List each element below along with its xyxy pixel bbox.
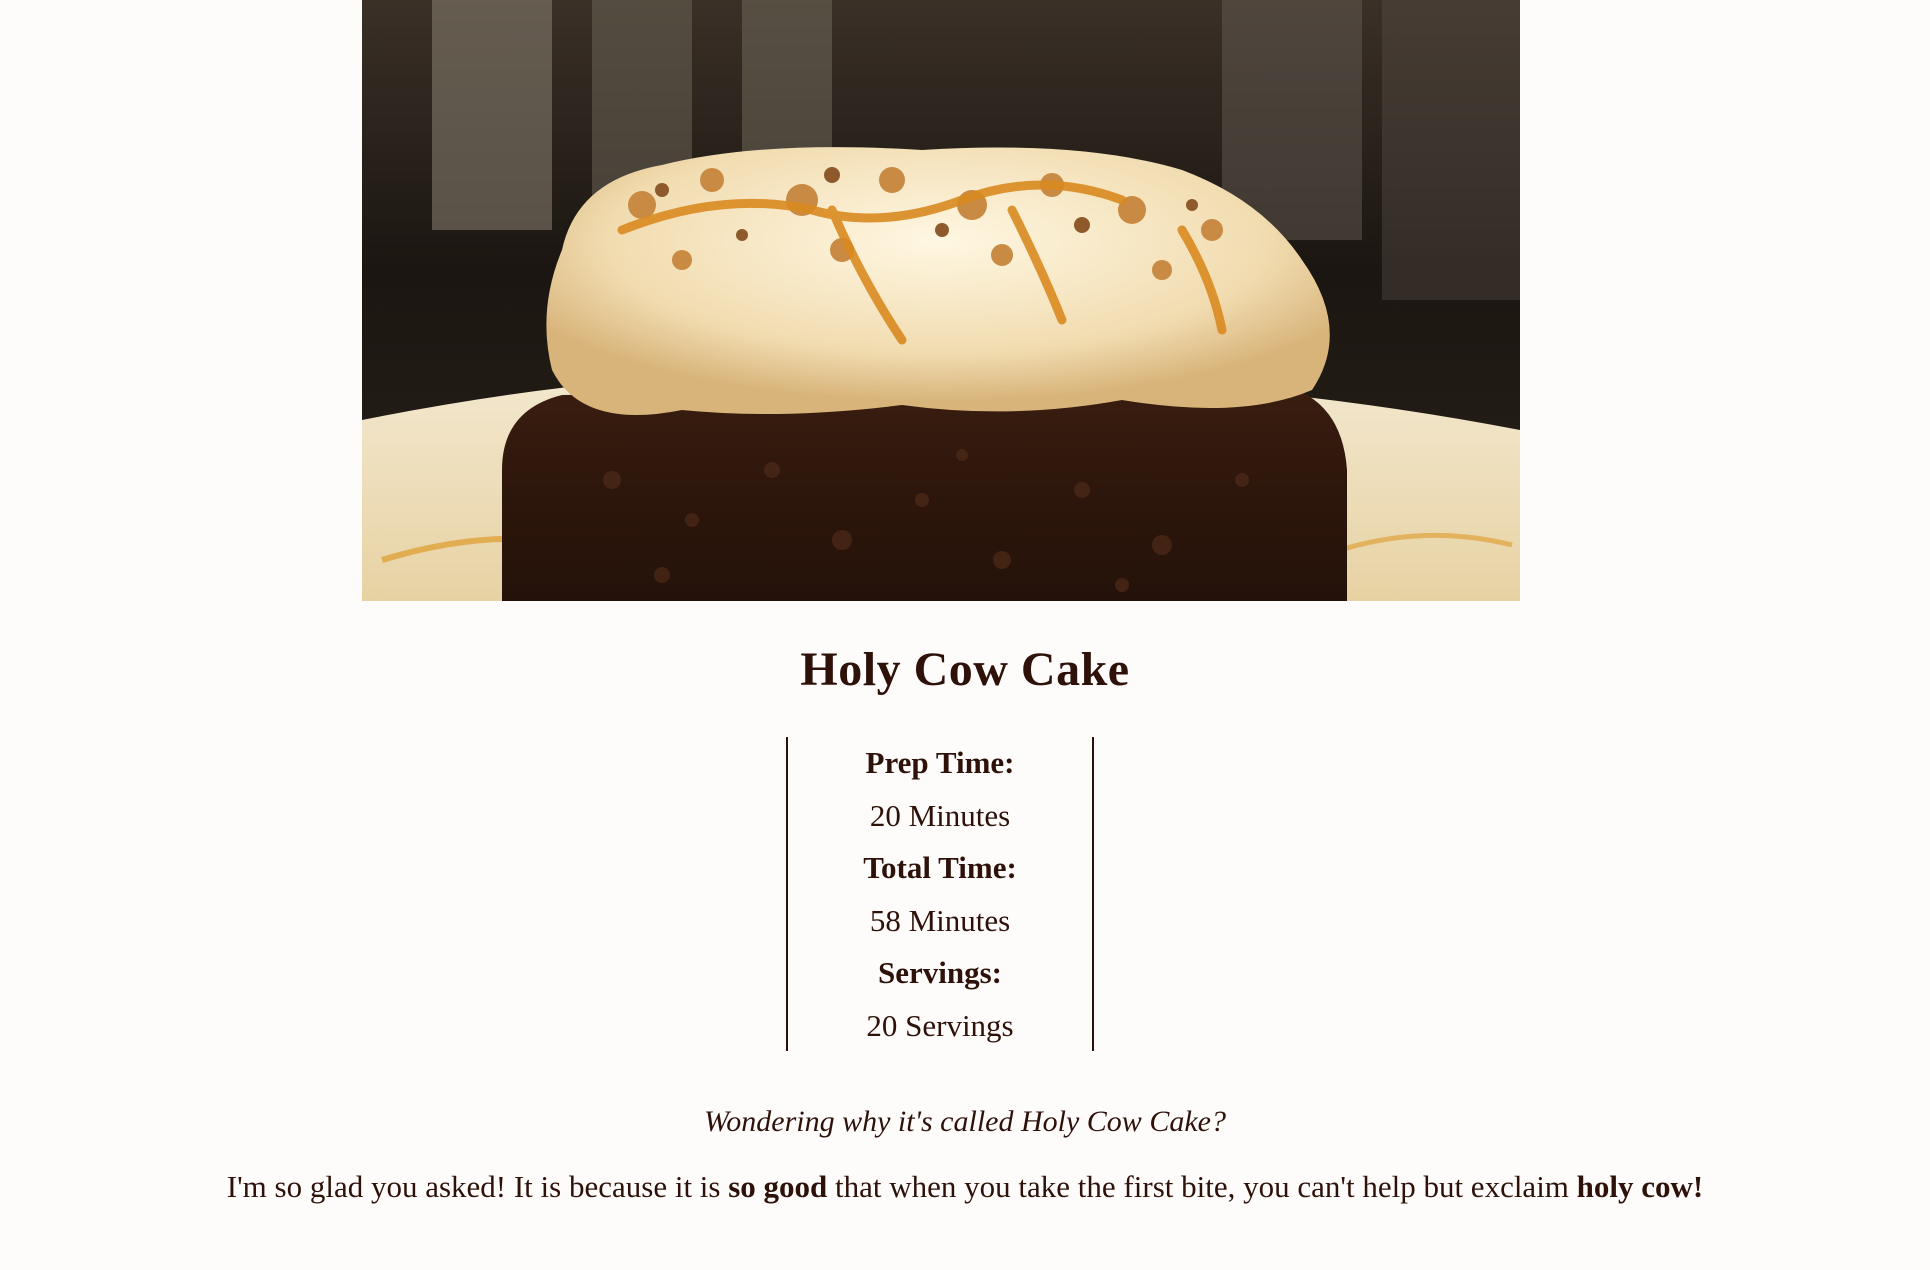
answer-text-1: I'm so glad you asked! It is because it … bbox=[226, 1169, 729, 1204]
answer-bold-holy-cow: holy cow! bbox=[1576, 1169, 1704, 1204]
servings-value: 20 Servings bbox=[866, 1007, 1014, 1043]
recipe-page: Holy Cow Cake Prep Time: 20 Minutes Tota… bbox=[0, 0, 1930, 1270]
intro-question: Wondering why it's called Holy Cow Cake? bbox=[704, 1105, 1226, 1138]
answer-text-2: that when you take the first bite, you c… bbox=[827, 1169, 1577, 1204]
total-time-label: Total Time: bbox=[863, 850, 1017, 885]
servings-label: Servings: bbox=[878, 955, 1002, 990]
cake-photo bbox=[362, 0, 1520, 601]
prep-time-value: 20 Minutes bbox=[869, 797, 1011, 833]
recipe-title: Holy Cow Cake bbox=[800, 643, 1130, 696]
prep-time-label: Prep Time: bbox=[865, 745, 1015, 780]
recipe-meta-box: Prep Time: 20 Minutes Total Time: 58 Min… bbox=[786, 737, 1094, 1051]
answer-bold-so-good: so good bbox=[728, 1169, 828, 1204]
intro-answer: I'm so glad you asked! It is because it … bbox=[0, 1163, 1930, 1211]
total-time-value: 58 Minutes bbox=[869, 902, 1011, 938]
recipe-hero-image bbox=[362, 0, 1520, 601]
